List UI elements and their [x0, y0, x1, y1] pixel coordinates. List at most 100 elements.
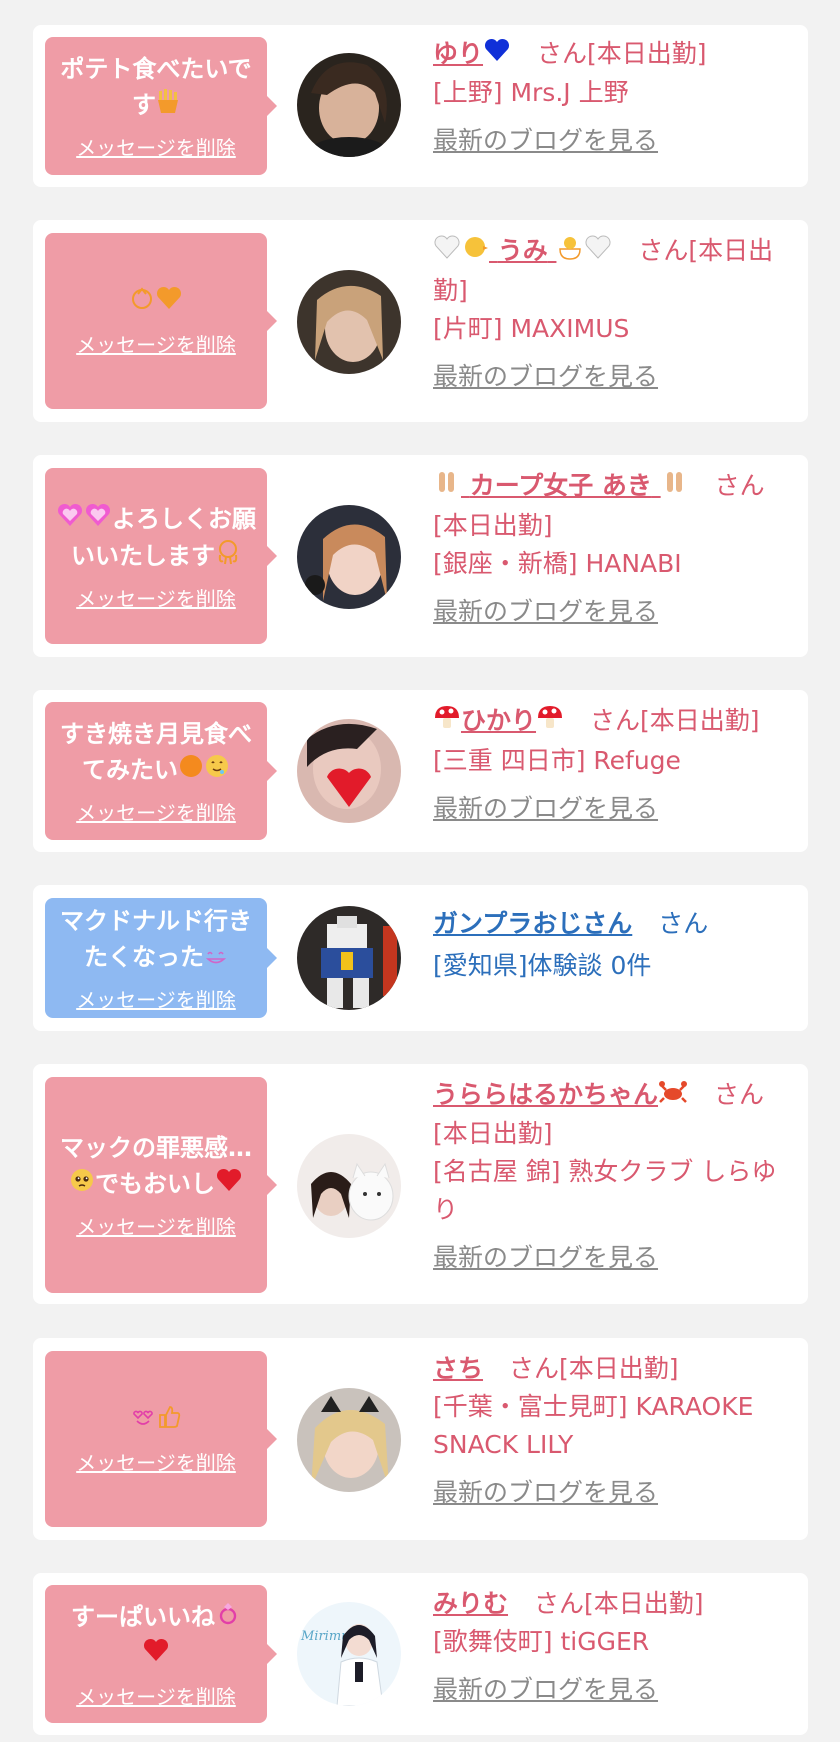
message-card: よろしくお願いいたします メッセージを削除 カープ女子 あき さん[本日出勤] …: [33, 455, 808, 657]
message-card: メッセージを削除 さち さん[本日出勤] [千葉・富士見町] KARAOKE S…: [33, 1338, 808, 1540]
heart-eyes-icon: [130, 1403, 156, 1439]
blue-heart-icon: [483, 36, 511, 74]
message-text: すき焼き月見食べてみたい: [53, 716, 259, 789]
octopus-icon: [215, 539, 241, 575]
girl-info: うららはるかちゃん さん[本日出勤] [名古屋 錦] 熟女クラブ しらゆり 最新…: [433, 1076, 792, 1277]
avatar[interactable]: [297, 505, 401, 609]
shop-name: [片町] MAXIMUS: [433, 313, 630, 343]
shop-name: [愛知県]体験談 0件: [433, 951, 652, 980]
avatar[interactable]: [297, 719, 401, 823]
girl-info: ゆり さん[本日出勤] [上野] Mrs.J 上野 最新のブログを見る: [433, 35, 792, 160]
shop-name: [上野] Mrs.J 上野: [433, 78, 629, 107]
message-bubble: マックの罪悪感…でもおいし メッセージを削除: [45, 1077, 277, 1293]
shop-name: [三重 四日市] Refuge: [433, 745, 681, 775]
crab-icon: [658, 1077, 688, 1115]
message-text: ポテト食べたいです: [53, 51, 259, 124]
message-bubble: ポテト食べたいです メッセージを削除: [45, 37, 277, 175]
delete-message-link[interactable]: メッセージを削除: [76, 1447, 236, 1476]
avatar[interactable]: [297, 1388, 401, 1492]
girl-name-link[interactable]: うららはるかちゃん: [433, 1080, 688, 1109]
red-heart-icon: [215, 1167, 243, 1203]
message-card: すき焼き月見食べてみたい メッセージを削除 ひかり さん[本日出勤] [三重 四…: [33, 690, 808, 852]
girl-name-link[interactable]: ひかり: [433, 705, 564, 735]
fries-icon: [156, 88, 180, 124]
hands-icon: [433, 468, 461, 507]
message-bubble: マクドナルド行きたくなった メッセージを削除: [45, 898, 277, 1018]
girl-info: うみ さん[本日出勤] [片町] MAXIMUS 最新のブログを見る: [433, 232, 792, 396]
girl-status: さん[本日出勤]: [536, 39, 707, 68]
girl-name-link[interactable]: さち: [433, 1354, 483, 1383]
latest-blog-link[interactable]: 最新のブログを見る: [433, 1474, 792, 1512]
delete-message-link[interactable]: メッセージを削除: [76, 329, 236, 358]
smile-face-icon: [204, 940, 228, 976]
delete-message-link[interactable]: メッセージを削除: [76, 984, 236, 1013]
message-bubble: よろしくお願いいたします メッセージを削除: [45, 468, 277, 644]
latest-blog-link[interactable]: 最新のブログを見る: [433, 122, 792, 160]
red-heart-icon: [142, 1637, 170, 1673]
message-card: ポテト食べたいです メッセージを削除 ゆり さん[本日出勤] [上野] Mrs.…: [33, 25, 808, 187]
latest-blog-link[interactable]: 最新のブログを見る: [433, 1671, 792, 1709]
message-text: よろしくお願いいたします: [53, 501, 259, 575]
girl-name-link[interactable]: ガンプラおじさん: [433, 909, 632, 938]
white-heart-icon: [433, 233, 461, 271]
girl-status: さん[本日出勤]: [508, 1354, 679, 1383]
avatar[interactable]: [297, 53, 401, 157]
latest-blog-link[interactable]: 最新のブログを見る: [433, 790, 792, 828]
latest-blog-link[interactable]: 最新のブログを見る: [433, 358, 792, 396]
latest-blog-link[interactable]: 最新のブログを見る: [433, 593, 792, 631]
white-heart-icon: [584, 233, 612, 271]
latest-blog-link[interactable]: 最新のブログを見る: [433, 1239, 792, 1277]
chick-icon: [461, 233, 489, 272]
avatar[interactable]: Mirimu: [297, 1602, 401, 1706]
chick-icon: [129, 285, 155, 321]
message-text: [129, 284, 183, 321]
thumbs-up-icon: [156, 1403, 182, 1439]
girl-info: カープ女子 あき さん[本日出勤] [銀座・新橋] HANABI 最新のブログを…: [433, 467, 792, 631]
avatar[interactable]: [297, 1134, 401, 1238]
message-card: マックの罪悪感…でもおいし メッセージを削除 うららはるかちゃん さん[本日出勤…: [33, 1064, 808, 1304]
chick-icon: [556, 233, 584, 272]
shop-name: [名古屋 錦] 熟女クラブ しらゆり: [433, 1157, 777, 1224]
girl-name-link[interactable]: カープ女子 あき: [433, 471, 689, 500]
shop-name: [千葉・富士見町] KARAOKE SNACK LILY: [433, 1392, 754, 1459]
pink-heart-icon: [84, 502, 112, 538]
pink-heart-icon: [56, 502, 84, 538]
message-text: マックの罪悪感…でもおいし: [53, 1130, 259, 1203]
avatar[interactable]: [297, 906, 401, 1010]
message-card: すーぱいいね メッセージを削除 Mirimu みりむ さん[本日出勤] [歌舞伎…: [33, 1573, 808, 1735]
girl-info: みりむ さん[本日出勤] [歌舞伎町] tiGGER 最新のブログを見る: [433, 1585, 792, 1709]
message-bubble: メッセージを削除: [45, 1351, 277, 1527]
delete-message-link[interactable]: メッセージを削除: [76, 1211, 236, 1240]
message-text: [130, 1402, 182, 1439]
girl-name-link[interactable]: うみ: [433, 235, 612, 265]
girl-info: ひかり さん[本日出勤] [三重 四日市] Refuge 最新のブログを見る: [433, 702, 792, 828]
message-bubble: すーぱいいね メッセージを削除: [45, 1585, 277, 1723]
girl-status: さん: [658, 909, 709, 938]
orange-heart-icon: [155, 285, 183, 321]
delete-message-link[interactable]: メッセージを削除: [76, 132, 236, 161]
girl-name-link[interactable]: ゆり: [433, 38, 511, 68]
message-text: マクドナルド行きたくなった: [53, 903, 259, 976]
mushroom-icon: [433, 703, 461, 742]
avatar-watermark: Mirimu: [300, 1629, 350, 1644]
message-bubble: メッセージを削除: [45, 233, 277, 409]
message-bubble: すき焼き月見食べてみたい メッセージを削除: [45, 702, 277, 840]
pleading-face-icon: [69, 1167, 95, 1203]
drooling-face-icon: [204, 753, 230, 789]
girl-name-link[interactable]: みりむ: [433, 1589, 508, 1618]
orange-circle-icon: [178, 753, 204, 789]
girl-status: さん[本日出勤]: [533, 1589, 704, 1618]
delete-message-link[interactable]: メッセージを削除: [76, 797, 236, 826]
girl-info: さち さん[本日出勤] [千葉・富士見町] KARAOKE SNACK LILY…: [433, 1350, 792, 1512]
girl-info: ガンプラおじさん さん [愛知県]体験談 0件: [433, 905, 792, 985]
message-text: すーぱいいね: [71, 1599, 241, 1673]
message-card: メッセージを削除 うみ さん[本日出勤] [片町] MAXIMUS 最新のブログ…: [33, 220, 808, 422]
delete-message-link[interactable]: メッセージを削除: [76, 1681, 236, 1710]
message-card: マクドナルド行きたくなった メッセージを削除 ガンプラおじさん さん [愛知県]…: [33, 885, 808, 1031]
mushroom-icon: [536, 703, 564, 742]
avatar[interactable]: [297, 270, 401, 374]
shop-name: [銀座・新橋] HANABI: [433, 548, 682, 578]
delete-message-link[interactable]: メッセージを削除: [76, 583, 236, 612]
girl-status: さん[本日出勤]: [589, 706, 760, 735]
ring-icon: [215, 1600, 241, 1636]
